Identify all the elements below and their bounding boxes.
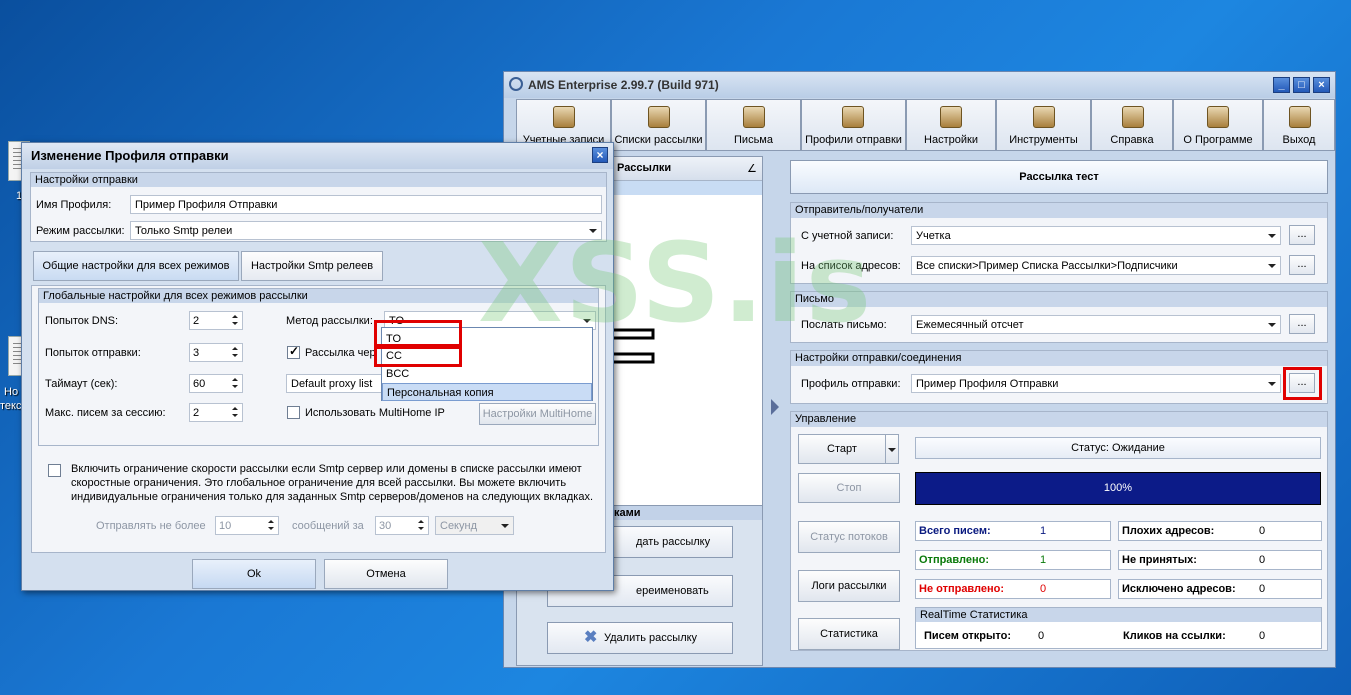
rate-limit-description: Включить ограничение скорости рассылки е… xyxy=(71,463,594,503)
address-list-browse-button[interactable]: ... xyxy=(1289,255,1315,275)
dialog-close-button[interactable]: × xyxy=(592,147,608,163)
main-window-title: AMS Enterprise 2.99.7 (Build 971) xyxy=(528,78,719,92)
start-button[interactable]: Старт xyxy=(798,434,886,464)
about-icon xyxy=(1207,106,1229,128)
proxy-list-select[interactable]: Default proxy list xyxy=(286,374,386,393)
multihome-settings-button[interactable]: Настройки MultiHome xyxy=(479,403,596,425)
toolbar-send-profiles-button[interactable]: Профили отправки xyxy=(801,99,906,151)
dialog-title-bar[interactable]: Изменение Профиля отправки × xyxy=(22,143,613,169)
status-label: Статус: Ожидание xyxy=(915,437,1321,459)
stat-sent: Отправлено: 1 xyxy=(915,550,1111,570)
chevron-down-icon xyxy=(1264,376,1279,391)
chevron-down-icon xyxy=(497,518,512,533)
minimize-button[interactable]: _ xyxy=(1273,77,1290,93)
threads-status-button[interactable]: Статус потоков xyxy=(798,521,900,553)
send-profiles-icon xyxy=(842,106,864,128)
chevron-down-icon xyxy=(1264,317,1279,332)
letter-browse-button[interactable]: ... xyxy=(1289,314,1315,334)
close-button[interactable]: × xyxy=(1313,77,1330,93)
toolbar-about-button[interactable]: О Программе xyxy=(1173,99,1263,151)
chevron-down-icon xyxy=(1264,258,1279,273)
sort-indicator-icon: ∠ xyxy=(747,163,757,175)
method-option-bcc[interactable]: BCC xyxy=(382,365,592,383)
letter-group: Письмо Послать письмо: Ежемесячный отсче… xyxy=(790,291,1328,343)
mailing-logs-button[interactable]: Логи рассылки xyxy=(798,570,900,602)
control-group: Управление Старт Стоп Статус: Ожидание 1… xyxy=(790,411,1328,651)
letters-icon xyxy=(743,106,765,128)
global-settings-panel: Глобальные настройки для всех режимов ра… xyxy=(31,285,606,553)
limit-count-stepper[interactable]: 10 xyxy=(215,516,279,535)
profile-name-input[interactable]: Пример Профиля Отправки xyxy=(130,195,602,214)
max-per-session-stepper[interactable]: 2 xyxy=(189,403,243,422)
exit-icon xyxy=(1289,106,1311,128)
send-connection-group: Настройки отправки/соединения Профиль от… xyxy=(790,350,1328,404)
mailing-mode-select[interactable]: Только Smtp релеи xyxy=(130,221,602,240)
address-list-select[interactable]: Все списки>Пример Списка Рассылки>Подпис… xyxy=(911,256,1281,275)
help-icon xyxy=(1122,106,1144,128)
account-browse-button[interactable]: ... xyxy=(1289,225,1315,245)
chevron-down-icon xyxy=(579,313,594,328)
rate-limit-checkbox[interactable] xyxy=(48,464,61,477)
cancel-button[interactable]: Отмена xyxy=(324,559,448,589)
toolbar-tools-button[interactable]: Инструменты xyxy=(996,99,1091,151)
stat-not-accepted: Не принятых: 0 xyxy=(1118,550,1322,570)
desktop-icon-label: текс xyxy=(0,400,22,412)
mailing-name-banner: Рассылка тест xyxy=(790,160,1328,194)
tools-icon xyxy=(1033,106,1055,128)
sender-recipients-group: Отправитель/получатели С учетной записи:… xyxy=(790,202,1328,284)
stat-total: Всего писем: 1 xyxy=(915,521,1111,541)
limit-period-stepper[interactable]: 30 xyxy=(375,516,429,535)
tab-general-settings[interactable]: Общие настройки для всех режимов xyxy=(33,251,239,281)
stat-not-sent: Не отправлено: 0 xyxy=(915,579,1111,599)
send-profile-select[interactable]: Пример Профиля Отправки xyxy=(911,374,1281,393)
mailing-lists-icon xyxy=(648,106,670,128)
toolbar-exit-button[interactable]: Выход xyxy=(1263,99,1335,151)
main-title-bar[interactable]: AMS Enterprise 2.99.7 (Build 971) _ □ × xyxy=(504,72,1335,98)
realtime-statistics: RealTime Статистика Писем открыто: 0 Кли… xyxy=(915,607,1322,649)
multihome-checkbox[interactable] xyxy=(287,406,300,419)
send-settings-section: Настройки отправки Имя Профиля: Пример П… xyxy=(30,172,607,242)
stat-excluded: Исключено адресов: 0 xyxy=(1118,579,1322,599)
toolbar-mailing-lists-button[interactable]: Списки рассылки xyxy=(611,99,706,151)
chevron-down-icon xyxy=(888,448,896,452)
timeout-stepper[interactable]: 60 xyxy=(189,374,243,393)
highlight-box-to xyxy=(374,320,462,347)
highlight-box-cc xyxy=(374,346,462,367)
stat-bad-addresses: Плохих адресов: 0 xyxy=(1118,521,1322,541)
statistics-button[interactable]: Статистика xyxy=(798,618,900,650)
toolbar-help-button[interactable]: Справка xyxy=(1091,99,1173,151)
limit-unit-select[interactable]: Секунд xyxy=(435,516,514,535)
start-options-button[interactable] xyxy=(885,434,899,464)
accounts-icon xyxy=(553,106,575,128)
letter-select[interactable]: Ежемесячный отсчет xyxy=(911,315,1281,334)
delete-x-icon: ✖ xyxy=(584,629,598,646)
chevron-down-icon xyxy=(585,223,600,238)
ok-button[interactable]: Ok xyxy=(192,559,316,589)
settings-icon xyxy=(940,106,962,128)
tab-smtp-relay-settings[interactable]: Настройки Smtp релеев xyxy=(241,251,383,281)
progress-bar: 100% xyxy=(915,472,1321,505)
toolbar-settings-button[interactable]: Настройки xyxy=(906,99,996,151)
chevron-down-icon xyxy=(1264,228,1279,243)
toolbar-letters-button[interactable]: Письма xyxy=(706,99,801,151)
delete-mailing-button[interactable]: ✖ Удалить рассылку xyxy=(547,622,733,654)
dns-attempts-stepper[interactable]: 2 xyxy=(189,311,243,330)
method-option-personal-copy[interactable]: Персональная копия xyxy=(382,383,592,401)
account-select[interactable]: Учетка xyxy=(911,226,1281,245)
splitter-arrow-icon xyxy=(771,399,779,415)
stop-button[interactable]: Стоп xyxy=(798,473,900,503)
panel-splitter[interactable] xyxy=(768,156,782,666)
send-via-checkbox[interactable] xyxy=(287,344,300,359)
send-attempts-stepper[interactable]: 3 xyxy=(189,343,243,362)
app-logo-icon xyxy=(509,77,523,91)
mailing-details-area: Рассылка тест Отправитель/получатели С у… xyxy=(790,156,1331,666)
dialog-title: Изменение Профиля отправки xyxy=(31,148,229,163)
maximize-button[interactable]: □ xyxy=(1293,77,1310,93)
desktop-icon-label: Но xyxy=(4,386,19,398)
highlight-box xyxy=(1283,367,1322,400)
main-toolbar: Учетные записи Списки рассылки Письма Пр… xyxy=(516,99,1335,151)
